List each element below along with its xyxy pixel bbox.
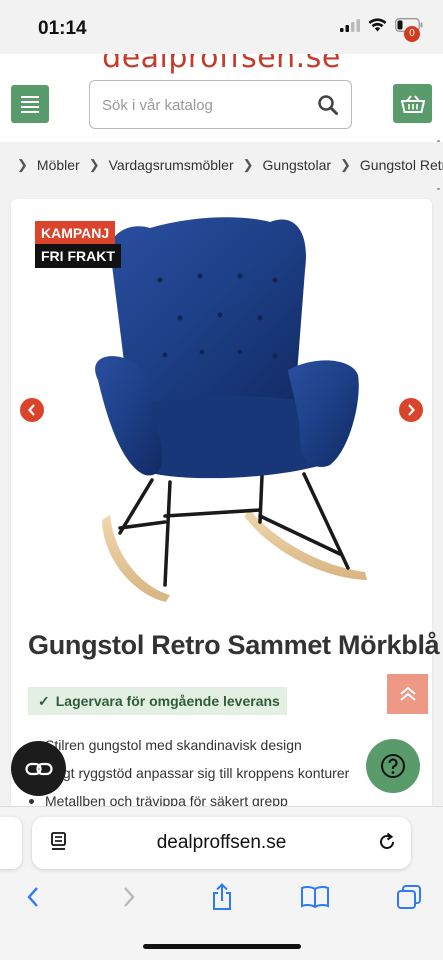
link-overlay-button[interactable]	[11, 741, 66, 796]
search-input[interactable]	[102, 93, 302, 117]
stock-status: ✓ Lagervara för omgående leverans	[28, 687, 287, 715]
chevron-right-icon: ❯	[340, 157, 351, 172]
breadcrumb-item[interactable]: Gungstolar	[263, 157, 331, 173]
search-box[interactable]	[89, 80, 352, 129]
breadcrumb-item[interactable]: Möbler	[37, 157, 80, 173]
stock-text: Lagervara för omgående leverans	[55, 693, 280, 709]
product-image[interactable]	[90, 210, 380, 605]
breadcrumb: ❯ Möbler ❯ Vardagsrumsmöbler ❯ Gungstola…	[0, 142, 443, 188]
gallery-prev-button[interactable]	[20, 398, 44, 422]
link-icon	[24, 762, 53, 775]
share-icon	[213, 883, 231, 910]
list-item: Högt ryggstöd anpassar sig till kroppens…	[26, 762, 349, 790]
tabs-icon	[397, 885, 421, 909]
question-icon	[381, 754, 405, 778]
chevron-left-icon	[28, 404, 35, 416]
tabs-button[interactable]	[394, 882, 424, 912]
free-shipping-badge: FRI FRAKT	[35, 244, 121, 268]
chevron-right-icon: ❯	[88, 157, 100, 172]
breadcrumb-item[interactable]: Vardagsrumsmöbler	[109, 157, 234, 173]
previous-tab[interactable]	[0, 817, 22, 869]
search-icon[interactable]	[317, 94, 339, 116]
gallery-next-button[interactable]	[399, 398, 423, 422]
site-header: dealproffsen.se	[0, 54, 443, 142]
cart-count-badge: 0	[404, 26, 420, 42]
double-chevron-up-icon	[399, 686, 416, 701]
back-button[interactable]	[18, 882, 48, 912]
cart-button[interactable]	[393, 84, 432, 123]
url-text[interactable]: dealproffsen.se	[32, 832, 411, 854]
status-bar: 01:14	[0, 0, 443, 54]
status-time: 01:14	[38, 18, 87, 39]
home-indicator[interactable]	[143, 944, 301, 949]
browser-nav-bar	[0, 882, 443, 922]
list-item: Stilren gungstol med skandinavisk design	[26, 734, 349, 762]
checkmark-icon: ✓	[38, 692, 50, 709]
forward-button[interactable]	[114, 882, 144, 912]
help-button[interactable]	[366, 739, 420, 793]
share-button[interactable]	[207, 882, 237, 912]
address-bar[interactable]: dealproffsen.se	[32, 817, 411, 869]
signal-icon	[340, 18, 360, 32]
site-logo[interactable]: dealproffsen.se	[0, 54, 443, 75]
chevron-right-icon: ❯	[17, 157, 28, 172]
breadcrumb-current: Gungstol Retro	[359, 157, 443, 173]
chevron-right-icon: ❯	[242, 157, 254, 172]
menu-button[interactable]	[11, 85, 49, 123]
scroll-to-top-button[interactable]	[387, 674, 428, 714]
wifi-icon	[368, 18, 387, 32]
browser-toolbar: dealproffsen.se	[0, 806, 443, 960]
bookmarks-button[interactable]	[300, 882, 330, 912]
menu-icon	[21, 95, 39, 98]
chevron-left-icon	[27, 887, 38, 907]
book-icon	[301, 885, 329, 909]
chevron-right-icon	[124, 887, 135, 907]
basket-icon	[400, 94, 425, 113]
product-title: Gungstol Retro Sammet Mörkblå	[28, 630, 440, 660]
campaign-badge: KAMPANJ	[35, 221, 116, 245]
chevron-right-icon	[408, 404, 415, 416]
reload-icon[interactable]	[377, 832, 397, 852]
